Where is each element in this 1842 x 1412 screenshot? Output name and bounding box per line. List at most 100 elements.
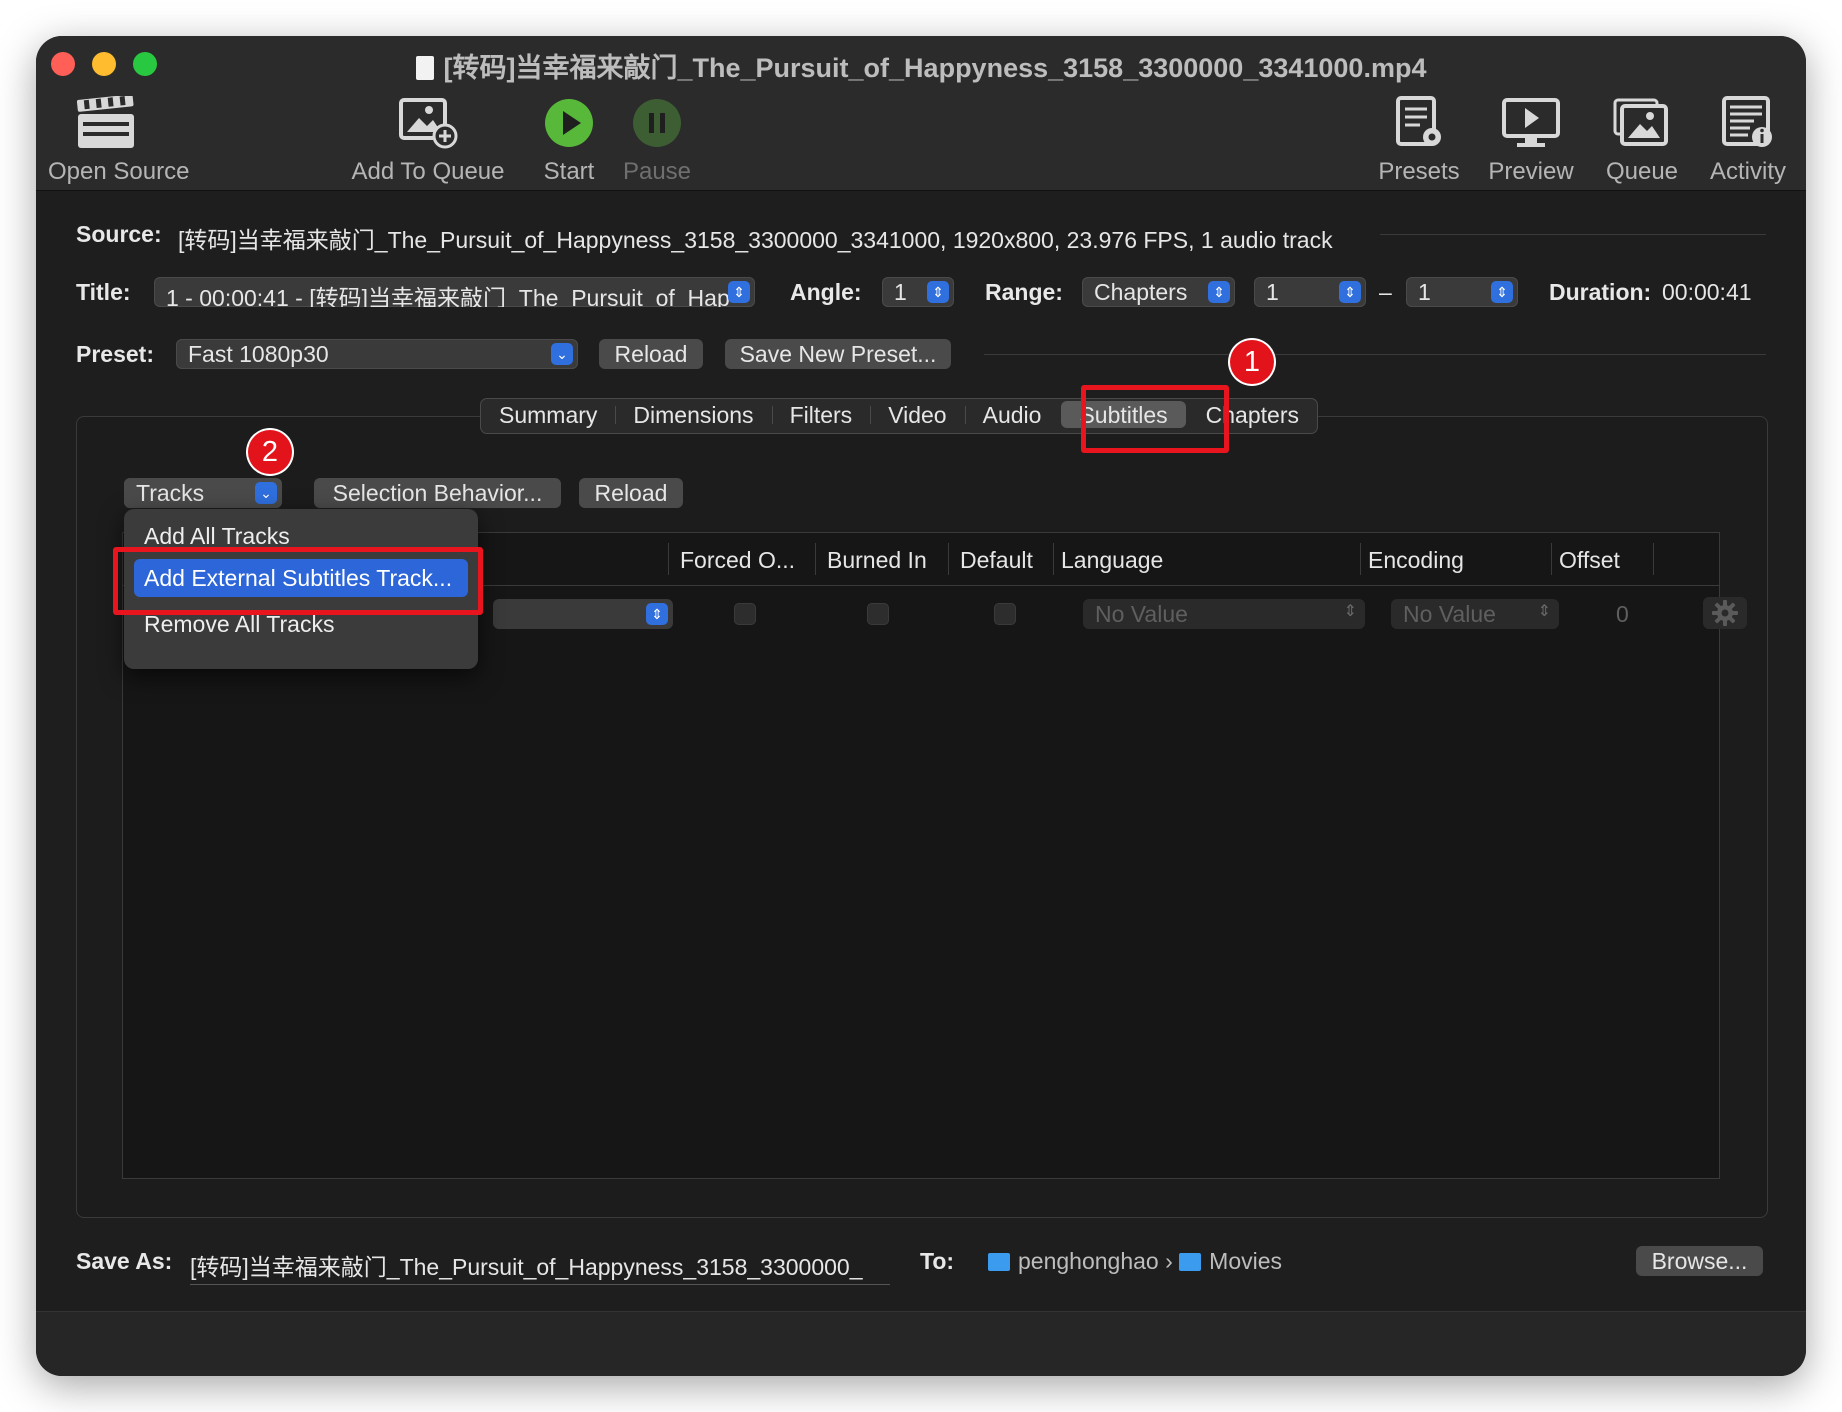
tab-dimensions[interactable]: Dimensions [615,399,771,430]
range-label: Range: [985,279,1063,305]
title-select[interactable]: 1 - 00:00:41 - [转码]当幸福来敲门_The_Pursuit_of… [154,277,755,307]
chevron-down-icon: ⌄ [551,343,573,365]
preset-reload-button[interactable]: Reload [599,339,703,369]
title-select-value: 1 - 00:00:41 - [转码]当幸福来敲门_The_Pursuit_of… [166,285,730,307]
activity-button[interactable]: Activity [1698,92,1798,186]
play-icon [524,92,614,154]
status-bar [36,1311,1806,1376]
column-divider [1653,543,1654,575]
gear-icon [1712,600,1738,626]
annotation-highlight-subtitles-tab [1081,385,1229,453]
default-checkbox[interactable] [994,603,1016,625]
tab-filters[interactable]: Filters [771,399,871,430]
pause-button[interactable]: Pause [612,92,702,186]
range-type-select[interactable]: Chapters ⇕ [1082,277,1235,307]
to-label: To: [920,1248,955,1274]
path-folder: Movies [1209,1248,1283,1274]
offset-value[interactable]: 0 [1616,601,1629,628]
selection-behavior-button[interactable]: Selection Behavior... [314,478,561,508]
subtitles-reload-button[interactable]: Reload [579,478,683,508]
forced-checkbox[interactable] [734,603,756,625]
chevron-updown-icon: ⇕ [1343,603,1357,620]
folder-icon [988,1253,1010,1271]
track-settings-button[interactable] [1703,597,1747,629]
menu-item-remove-all-tracks[interactable]: Remove All Tracks [144,611,334,638]
presets-icon [1369,92,1469,154]
chevron-updown-icon: ⇕ [1208,281,1230,303]
chevron-updown-icon: ⇕ [1491,281,1513,303]
browse-button[interactable]: Browse... [1636,1246,1763,1276]
window-title: [转码]当幸福来敲门_The_Pursuit_of_Happyness_3158… [36,46,1806,85]
start-button[interactable]: Start [524,92,614,186]
queue-icon [1592,92,1692,154]
column-encoding[interactable]: Encoding [1368,547,1464,574]
preview-label: Preview [1488,158,1574,185]
column-forced[interactable]: Forced O... [680,547,795,574]
chevron-updown-icon: ⇕ [927,281,949,303]
queue-button[interactable]: Queue [1592,92,1692,186]
activity-log-icon [1698,92,1798,154]
column-language[interactable]: Language [1061,547,1163,574]
queue-label: Queue [1605,158,1679,185]
presets-button[interactable]: Presets [1369,92,1469,186]
annotation-highlight-add-external [113,547,483,615]
encoding-value: No Value [1403,601,1496,627]
range-end-value: 1 [1418,279,1431,305]
preview-button[interactable]: Preview [1476,92,1586,186]
menu-item-add-all-tracks[interactable]: Add All Tracks [144,523,290,550]
source-value: [转码]当幸福来敲门_The_Pursuit_of_Happyness_3158… [178,227,1333,253]
folder-icon [1179,1253,1202,1271]
presets-label: Presets [1378,158,1460,185]
tab-video[interactable]: Video [870,399,964,430]
angle-label: Angle: [790,279,862,305]
chevron-updown-icon: ⇕ [646,603,668,625]
tracks-button-label: Tracks [136,480,205,506]
start-label: Start [543,158,595,185]
column-burned-in[interactable]: Burned In [827,547,927,574]
preset-select-value: Fast 1080p30 [188,341,329,367]
language-value: No Value [1095,601,1188,627]
chevron-updown-icon: ⇕ [728,281,750,303]
source-label: Source: [76,221,162,247]
save-new-preset-button[interactable]: Save New Preset... [725,339,951,369]
add-to-queue-icon [348,92,508,154]
preview-icon [1476,92,1586,154]
save-as-field[interactable]: [转码]当幸福来敲门_The_Pursuit_of_Happyness_3158… [190,1248,890,1285]
encoding-select[interactable]: No Value ⇕ [1391,599,1559,629]
title-label: Title: [76,279,131,305]
document-icon [415,56,434,80]
annotation-step-badge-2: 2 [248,430,292,474]
destination-path[interactable]: penghonghao › Movies [988,1248,1282,1275]
chevron-down-icon: ⌄ [255,482,277,504]
burned-in-checkbox[interactable] [867,603,889,625]
column-divider [1360,543,1361,575]
angle-select[interactable]: 1 ⇕ [882,277,954,307]
preset-label: Preset: [76,341,154,367]
column-divider [1551,543,1552,575]
add-to-queue-button[interactable]: Add To Queue [348,92,508,186]
annotation-step-badge-1: 1 [1230,340,1274,384]
column-divider [815,543,816,575]
column-default[interactable]: Default [960,547,1033,574]
tab-audio[interactable]: Audio [964,399,1060,430]
tracks-popup-button[interactable]: Tracks ⌄ [124,478,282,508]
column-divider [948,543,949,575]
tab-summary[interactable]: Summary [481,399,615,430]
range-end-select[interactable]: 1 ⇕ [1406,277,1518,307]
open-source-label: Open Source [48,158,190,185]
open-source-button[interactable]: Open Source [48,92,190,186]
chevron-updown-icon: ⇕ [1339,281,1361,303]
language-select[interactable]: No Value ⇕ [1083,599,1365,629]
range-start-value: 1 [1266,279,1279,305]
window-title-text: [转码]当幸福来敲门_The_Pursuit_of_Happyness_3158… [443,53,1427,83]
range-start-select[interactable]: 1 ⇕ [1254,277,1366,307]
angle-select-value: 1 [894,279,907,305]
duration-label: Duration: [1549,279,1652,305]
track-source-select[interactable]: ⇕ [493,599,673,629]
column-divider [668,543,669,575]
clapperboard-icon [48,92,164,154]
column-offset[interactable]: Offset [1559,547,1620,574]
handbrake-window: [转码]当幸福来敲门_The_Pursuit_of_Happyness_3158… [36,36,1806,1376]
activity-label: Activity [1709,158,1786,185]
preset-select[interactable]: Fast 1080p30 ⌄ [176,339,578,369]
